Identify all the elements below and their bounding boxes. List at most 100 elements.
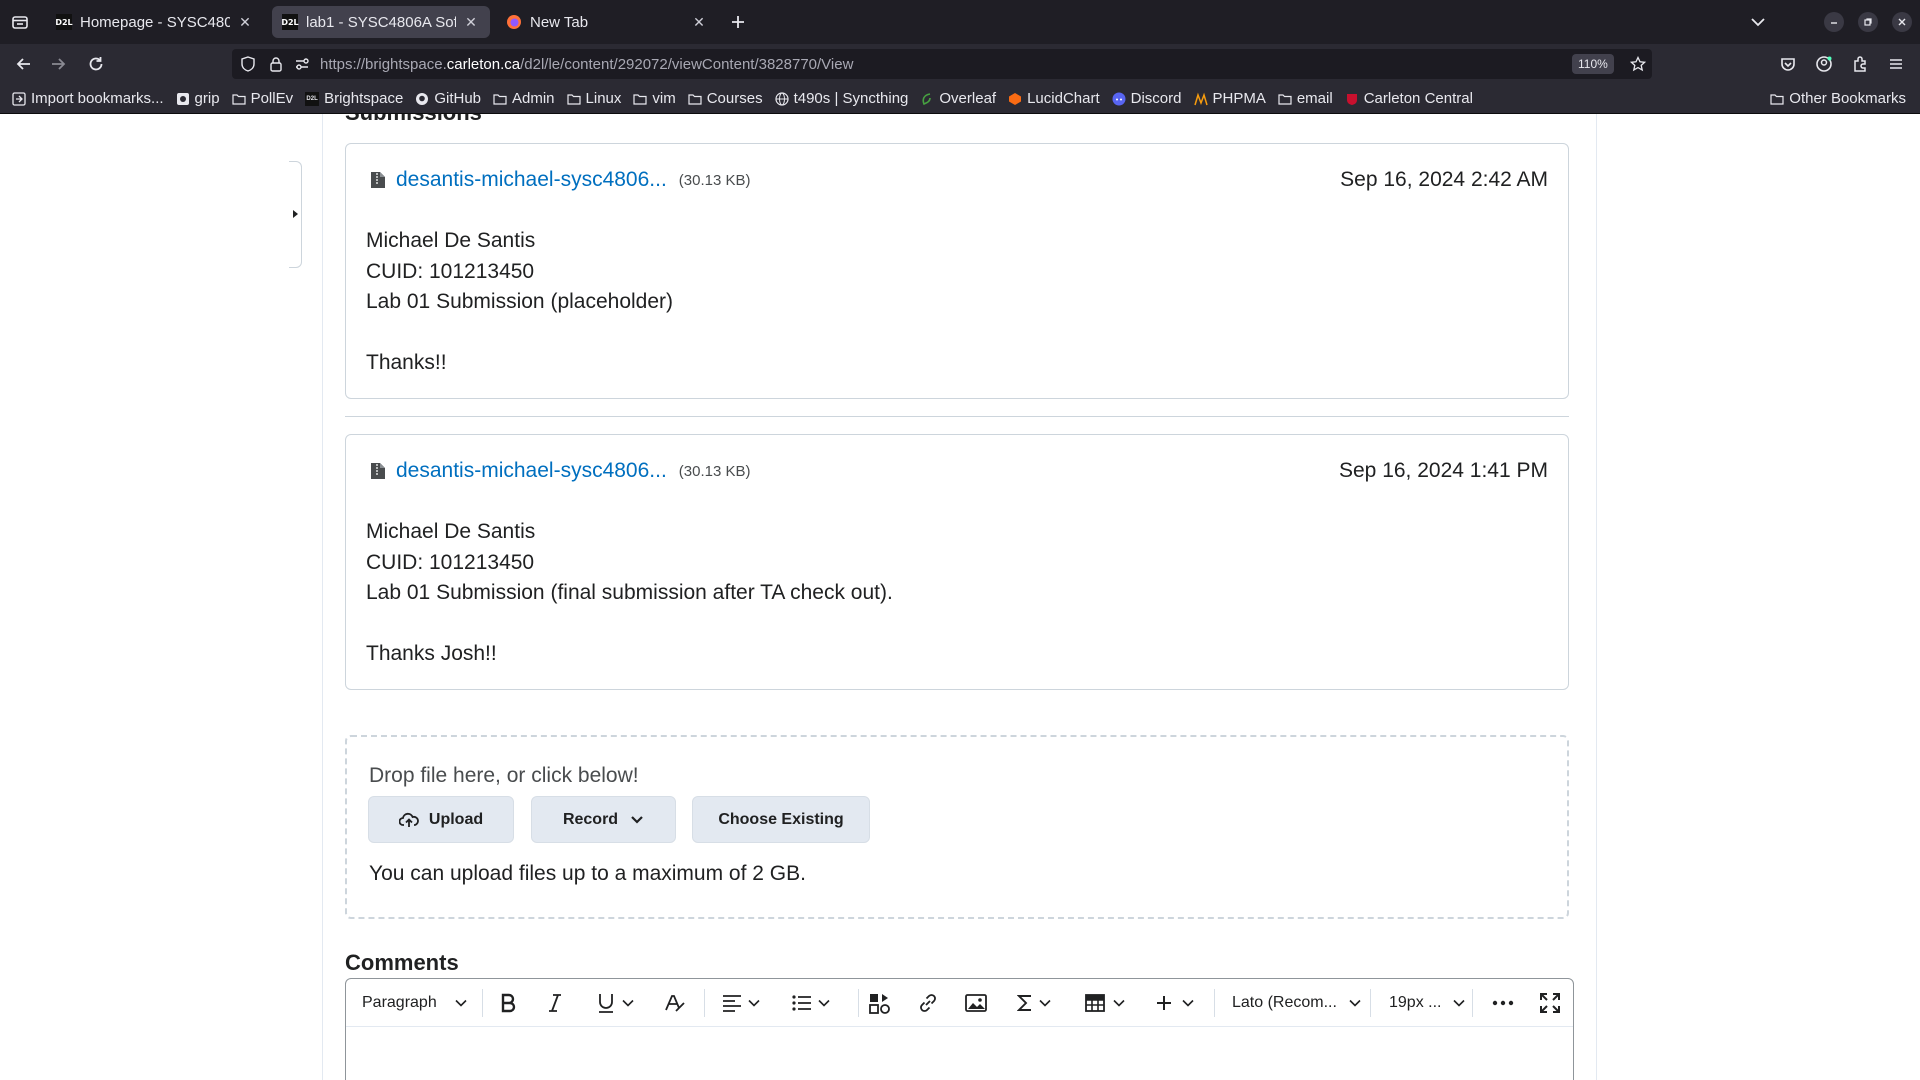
submission-file-link[interactable]: desantis-michael-sysc4806... [396, 459, 667, 483]
carleton-icon [1345, 92, 1359, 106]
fullscreen-icon[interactable] [1540, 989, 1560, 1017]
comment-line [366, 609, 893, 640]
upload-button[interactable]: Upload [368, 796, 514, 843]
block-format-label: Paragraph [362, 994, 437, 1011]
bookmark-label: vim [652, 90, 676, 107]
italic-icon[interactable] [547, 989, 563, 1017]
address-bar[interactable]: https://brightspace.carleton.ca/d2l/le/c… [232, 49, 1652, 79]
bookmark-grip[interactable]: grip [176, 90, 220, 107]
bookmark-syncthing[interactable]: t490s | Syncthing [774, 90, 908, 107]
url-host: carleton.ca [446, 56, 521, 73]
bold-icon[interactable] [499, 989, 517, 1017]
comments-editor[interactable]: Paragraph Lato (Recom... 19px ... [345, 978, 1574, 1080]
comments-heading: Comments [345, 950, 459, 975]
extensions-icon[interactable] [1848, 52, 1872, 76]
bookmark-admin[interactable]: Admin [493, 90, 555, 107]
bookmark-linux[interactable]: Linux [566, 90, 621, 107]
list-all-tabs-icon[interactable] [1748, 12, 1768, 32]
tab-lab1[interactable]: D2L lab1 - SYSC4806A Softwa ✕ [272, 6, 490, 38]
back-arrow-icon[interactable] [12, 52, 36, 76]
other-bookmarks-folder[interactable]: Other Bookmarks [1770, 90, 1906, 107]
choose-existing-button[interactable]: Choose Existing [692, 796, 870, 843]
restore-window-button[interactable] [1858, 12, 1878, 32]
image-icon[interactable] [965, 989, 987, 1017]
bookmark-discord[interactable]: Discord [1112, 90, 1182, 107]
bookmark-email[interactable]: email [1278, 90, 1333, 107]
submission-divider [345, 416, 1569, 417]
chevron-down-icon [1113, 999, 1125, 1007]
bookmark-star-icon[interactable] [1629, 55, 1647, 72]
import-icon [12, 91, 26, 106]
close-tab-icon[interactable]: ✕ [462, 13, 480, 31]
close-window-button[interactable] [1892, 12, 1912, 32]
table-icon[interactable] [1085, 989, 1125, 1017]
firefox-icon [506, 14, 522, 30]
comment-line: Thanks!! [366, 351, 447, 374]
more-actions-icon[interactable] [1492, 989, 1514, 1017]
tab-title: New Tab [530, 13, 589, 31]
bookmark-brightspace[interactable]: D2L Brightspace [305, 90, 403, 107]
tab-homepage[interactable]: D2L Homepage - SYSC4806A ✕ [46, 6, 264, 38]
equation-icon[interactable] [1017, 989, 1051, 1017]
align-left-icon[interactable] [722, 989, 760, 1017]
font-size-select[interactable]: 19px ... [1389, 989, 1466, 1017]
tab-title: lab1 - SYSC4806A Softwa [306, 13, 456, 31]
shield-icon[interactable] [240, 56, 256, 72]
chevron-down-icon [818, 999, 830, 1007]
lock-icon[interactable] [268, 56, 284, 72]
hamburger-menu-icon[interactable] [1884, 52, 1908, 76]
underline-icon[interactable] [596, 989, 634, 1017]
bookmark-github[interactable]: GitHub [415, 90, 481, 107]
file-dropzone[interactable]: Drop file here, or click below! Upload R… [345, 735, 1569, 919]
bookmark-lucidchart[interactable]: LucidChart [1008, 90, 1100, 107]
bookmark-label: GitHub [434, 90, 481, 107]
bookmark-import[interactable]: Import bookmarks... [12, 90, 164, 107]
link-icon[interactable] [917, 989, 939, 1017]
font-family-select[interactable]: Lato (Recom... [1232, 989, 1361, 1017]
chevron-down-icon [1453, 999, 1466, 1007]
side-panel-toggle[interactable] [289, 161, 302, 268]
account-icon[interactable] [1812, 52, 1836, 76]
bookmark-label: Courses [706, 90, 763, 107]
insert-plus-icon[interactable] [1156, 989, 1194, 1017]
close-tab-icon[interactable]: ✕ [236, 13, 254, 31]
tab-list-icon[interactable] [0, 0, 40, 44]
new-tab-button[interactable] [726, 10, 750, 34]
bookmark-label: Admin [512, 90, 555, 107]
submission-card: desantis-michael-sysc4806... (30.13 KB) … [345, 434, 1569, 690]
file-size: (30.13 KB) [678, 462, 751, 480]
list-icon[interactable] [792, 989, 830, 1017]
folder-icon [231, 92, 246, 106]
bookmark-label: PollEv [250, 90, 294, 107]
bookmark-courses[interactable]: Courses [688, 90, 763, 107]
folder-icon [566, 92, 581, 106]
comment-line: Lab 01 Submission (final submission afte… [366, 581, 893, 604]
chevron-down-icon [1182, 999, 1194, 1007]
folder-icon [1278, 92, 1292, 106]
insert-stuff-icon[interactable] [869, 989, 891, 1017]
submission-file-link[interactable]: desantis-michael-sysc4806... [396, 168, 667, 192]
reload-icon[interactable] [84, 52, 108, 76]
folder-icon [1770, 92, 1784, 106]
block-format-select[interactable]: Paragraph [362, 989, 467, 1017]
pocket-icon[interactable] [1776, 52, 1800, 76]
chevron-down-icon [1039, 999, 1051, 1007]
bookmark-carleton-central[interactable]: Carleton Central [1345, 90, 1473, 107]
forward-arrow-icon[interactable] [46, 52, 70, 76]
comment-line: Michael De Santis [366, 229, 536, 252]
url-text[interactable]: https://brightspace.carleton.ca/d2l/le/c… [320, 56, 853, 73]
bookmark-label: grip [194, 90, 220, 107]
bookmark-pollev[interactable]: PollEv [231, 90, 294, 107]
bookmark-vim[interactable]: vim [633, 90, 676, 107]
close-tab-icon[interactable]: ✕ [690, 13, 708, 31]
chevron-down-icon [1349, 999, 1361, 1007]
clear-format-icon[interactable] [664, 989, 686, 1017]
permissions-icon[interactable] [294, 56, 310, 72]
choose-existing-label: Choose Existing [718, 810, 844, 828]
bookmark-phpma[interactable]: PHPMA [1193, 90, 1266, 107]
tab-new-tab[interactable]: New Tab ✕ [496, 6, 718, 38]
record-button[interactable]: Record [531, 796, 676, 843]
zoom-level-badge[interactable]: 110% [1572, 54, 1614, 74]
minimize-window-button[interactable] [1824, 12, 1844, 32]
bookmark-overleaf[interactable]: Overleaf [920, 90, 996, 107]
